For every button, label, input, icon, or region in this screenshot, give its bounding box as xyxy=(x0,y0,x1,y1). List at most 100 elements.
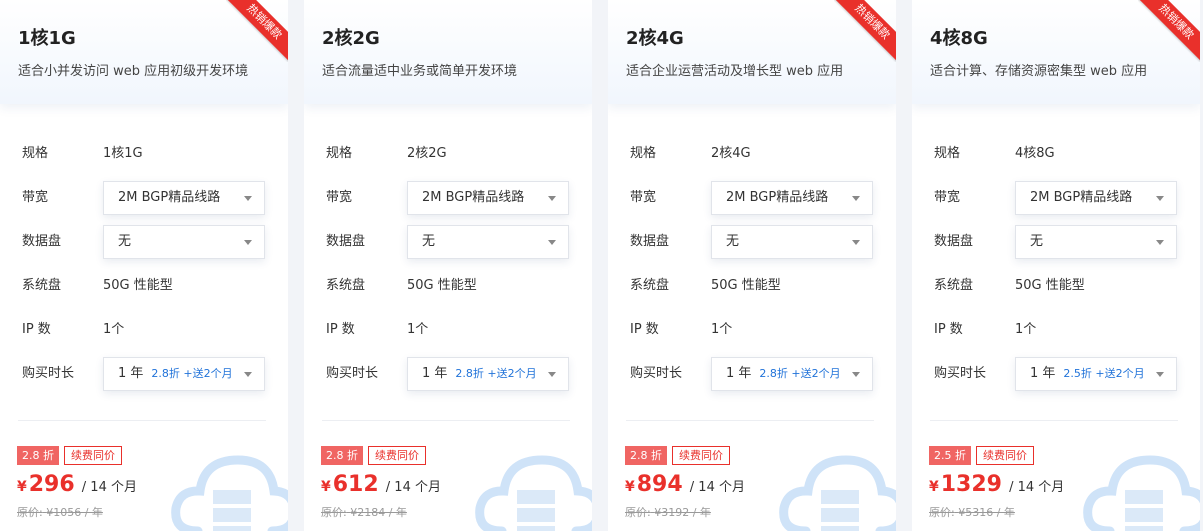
plan-description: 适合流量适中业务或简单开发环境 xyxy=(322,64,518,79)
currency-symbol: ¥ xyxy=(625,479,635,495)
data-disk-select[interactable]: 无 xyxy=(711,225,873,259)
duration-promo-text: 2.8折 +送2个月 xyxy=(455,367,537,380)
spec-value: 4核8G xyxy=(1015,146,1055,161)
plan-card-2c4g: 2核4G 适合企业运营活动及增长型 web 应用 热销爆款 规格 2核4G 带宽… xyxy=(608,0,896,531)
cloud-server-icon xyxy=(1083,455,1200,531)
bandwidth-selected-value: 2M BGP精品线路 xyxy=(1030,190,1133,205)
chevron-down-icon xyxy=(1156,240,1164,245)
hot-sale-label: 热销爆款 xyxy=(1138,0,1200,62)
spec-value: 2核2G xyxy=(407,146,447,161)
data-disk-select[interactable]: 无 xyxy=(103,225,265,259)
data-disk-select[interactable]: 无 xyxy=(407,225,569,259)
plan-card-4c8g: 4核8G 适合计算、存储资源密集型 web 应用 热销爆款 规格 4核8G 带宽… xyxy=(912,0,1200,531)
system-disk-label: 系统盘 xyxy=(934,278,974,293)
price-unit: / 14 个月 xyxy=(1009,480,1065,495)
cloud-server-icon xyxy=(779,455,896,531)
system-disk-value: 50G 性能型 xyxy=(407,278,477,293)
bandwidth-select[interactable]: 2M BGP精品线路 xyxy=(407,181,569,215)
duration-select[interactable]: 1 年 2.8折 +送2个月 xyxy=(407,357,569,391)
ip-value: 1个 xyxy=(711,322,733,337)
hot-sale-ribbon: 热销爆款 xyxy=(1138,0,1200,62)
original-price: 原价: ¥5316 / 年 xyxy=(929,504,1015,520)
divider xyxy=(930,420,1178,421)
chevron-down-icon xyxy=(1156,372,1164,377)
system-disk-value: 50G 性能型 xyxy=(711,278,781,293)
hot-sale-ribbon: 热销爆款 xyxy=(834,0,896,62)
bandwidth-label: 带宽 xyxy=(22,190,49,205)
original-price-value: ¥1056 / 年 xyxy=(46,506,103,519)
divider xyxy=(626,420,874,421)
price-tags: 2.8 折续费同价 xyxy=(625,446,730,465)
system-disk-label: 系统盘 xyxy=(22,278,62,293)
price-amount: 612 xyxy=(332,472,379,497)
bandwidth-selected-value: 2M BGP精品线路 xyxy=(118,190,221,205)
chevron-down-icon xyxy=(548,240,556,245)
price-unit: / 14 个月 xyxy=(81,480,137,495)
duration-label: 购买时长 xyxy=(630,366,683,381)
duration-label: 购买时长 xyxy=(326,366,379,381)
divider xyxy=(18,420,266,421)
plan-description: 适合计算、存储资源密集型 web 应用 xyxy=(930,64,1148,79)
divider xyxy=(322,420,570,421)
price-amount: 1329 xyxy=(940,472,1002,497)
price: ¥296 / 14 个月 xyxy=(17,472,137,497)
price: ¥894 / 14 个月 xyxy=(625,472,745,497)
renew-same-price-badge: 续费同价 xyxy=(672,446,730,465)
system-disk-label: 系统盘 xyxy=(630,278,670,293)
price: ¥612 / 14 个月 xyxy=(321,472,441,497)
bandwidth-select[interactable]: 2M BGP精品线路 xyxy=(1015,181,1177,215)
price-tags: 2.8 折续费同价 xyxy=(17,446,122,465)
discount-badge: 2.8 折 xyxy=(321,446,363,465)
original-price: 原价: ¥3192 / 年 xyxy=(625,504,711,520)
bandwidth-select[interactable]: 2M BGP精品线路 xyxy=(103,181,265,215)
original-price-value: ¥2184 / 年 xyxy=(350,506,407,519)
chevron-down-icon xyxy=(1156,196,1164,201)
duration-label: 购买时长 xyxy=(22,366,75,381)
price-amount: 296 xyxy=(28,472,75,497)
original-price-prefix: 原价: xyxy=(17,506,43,519)
plan-title: 2核2G xyxy=(322,28,380,49)
chevron-down-icon xyxy=(852,372,860,377)
duration-select[interactable]: 1 年 2.8折 +送2个月 xyxy=(711,357,873,391)
plan-header: 2核2G 适合流量适中业务或简单开发环境 xyxy=(304,0,592,104)
original-price-value: ¥5316 / 年 xyxy=(958,506,1015,519)
data-disk-label: 数据盘 xyxy=(934,234,974,249)
bandwidth-label: 带宽 xyxy=(630,190,657,205)
duration-selected-value: 1 年 xyxy=(422,366,448,381)
duration-selected-value: 1 年 xyxy=(118,366,144,381)
bandwidth-label: 带宽 xyxy=(326,190,353,205)
ip-value: 1个 xyxy=(103,322,125,337)
plan-card-2c2g: 2核2G 适合流量适中业务或简单开发环境 规格 2核2G 带宽 2M BGP精品… xyxy=(304,0,592,531)
renew-same-price-badge: 续费同价 xyxy=(64,446,122,465)
discount-badge: 2.5 折 xyxy=(929,446,971,465)
ip-value: 1个 xyxy=(407,322,429,337)
spec-label: 规格 xyxy=(22,146,49,161)
duration-select[interactable]: 1 年 2.8折 +送2个月 xyxy=(103,357,265,391)
price-tags: 2.5 折续费同价 xyxy=(929,446,1034,465)
system-disk-label: 系统盘 xyxy=(326,278,366,293)
data-disk-label: 数据盘 xyxy=(22,234,62,249)
data-disk-select[interactable]: 无 xyxy=(1015,225,1177,259)
data-disk-selected-value: 无 xyxy=(422,234,436,249)
price-tags: 2.8 折续费同价 xyxy=(321,446,426,465)
data-disk-selected-value: 无 xyxy=(1030,234,1044,249)
duration-select[interactable]: 1 年 2.5折 +送2个月 xyxy=(1015,357,1177,391)
ip-value: 1个 xyxy=(1015,322,1037,337)
chevron-down-icon xyxy=(852,196,860,201)
duration-selected-value: 1 年 xyxy=(726,366,752,381)
renew-same-price-badge: 续费同价 xyxy=(368,446,426,465)
data-disk-selected-value: 无 xyxy=(118,234,132,249)
system-disk-value: 50G 性能型 xyxy=(103,278,173,293)
data-disk-selected-value: 无 xyxy=(726,234,740,249)
spec-value: 2核4G xyxy=(711,146,751,161)
data-disk-label: 数据盘 xyxy=(326,234,366,249)
currency-symbol: ¥ xyxy=(321,479,331,495)
chevron-down-icon xyxy=(244,372,252,377)
price-unit: / 14 个月 xyxy=(385,480,441,495)
hot-sale-ribbon: 热销爆款 xyxy=(226,0,288,62)
bandwidth-select[interactable]: 2M BGP精品线路 xyxy=(711,181,873,215)
ip-label: IP 数 xyxy=(326,322,355,337)
price-unit: / 14 个月 xyxy=(689,480,745,495)
currency-symbol: ¥ xyxy=(17,479,27,495)
plan-card-1c1g: 1核1G 适合小并发访问 web 应用初级开发环境 热销爆款 规格 1核1G 带… xyxy=(0,0,288,531)
